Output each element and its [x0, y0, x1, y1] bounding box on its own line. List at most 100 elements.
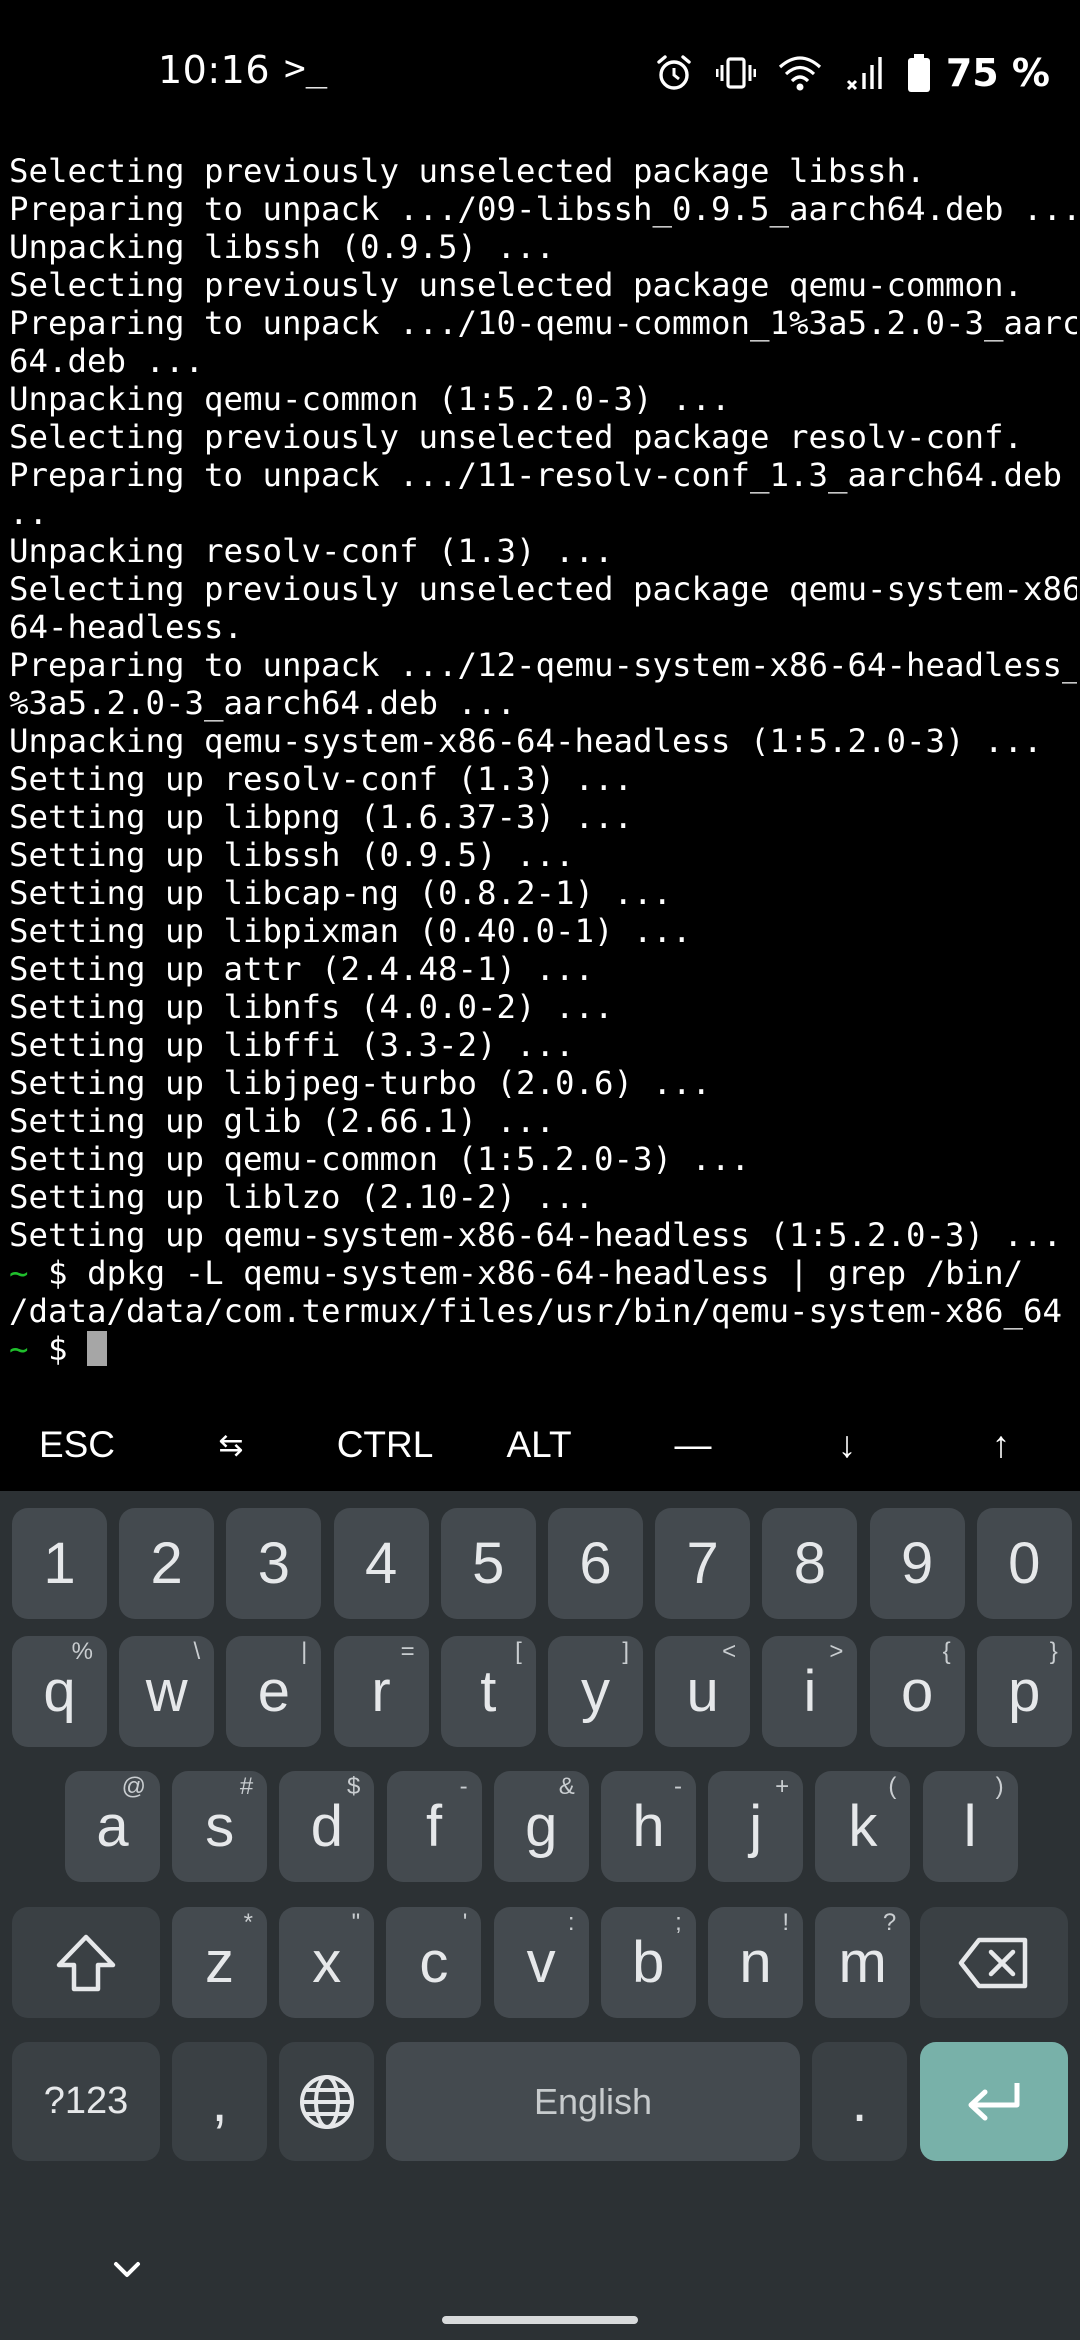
key-s[interactable]: s # [172, 1771, 268, 1882]
tab-key[interactable]: ⇆ [154, 1400, 308, 1490]
key-label: j [749, 1794, 763, 1859]
terminal-line: Preparing to unpack .../09-libssh_0.9.5_… [9, 190, 1077, 228]
key-d[interactable]: d $ [279, 1771, 375, 1882]
key-label: p [1008, 1659, 1041, 1724]
key-6[interactable]: 6 [548, 1508, 643, 1619]
key-u[interactable]: u < [655, 1636, 751, 1747]
wifi-icon [778, 56, 821, 91]
key-o[interactable]: o{ [869, 1636, 965, 1747]
key-hint: * [243, 1909, 253, 1936]
ctrl-key[interactable]: CTRL [308, 1400, 462, 1490]
key-hint: ! [782, 1909, 789, 1936]
key-hint: - [674, 1773, 682, 1800]
key-l[interactable]: l) [922, 1771, 1018, 1882]
key-label: 6 [579, 1531, 612, 1596]
shift-icon [56, 1934, 116, 1991]
key-e[interactable]: e | [226, 1636, 322, 1747]
key-y[interactable]: y] [548, 1636, 643, 1747]
terminal-line: Setting up libpixman (0.40.0-1) ... [9, 912, 692, 950]
key-w[interactable]: w \ [119, 1636, 215, 1747]
key-label: 1 [43, 1531, 76, 1596]
status-time: 10:16 [158, 48, 271, 92]
key-hint: { [942, 1638, 951, 1665]
enter-icon [968, 2082, 1020, 2120]
key-3[interactable]: 3 [226, 1508, 322, 1619]
terminal-line: Setting up libnfs (4.0.0-2) ... [9, 988, 614, 1026]
terminal-output[interactable]: Selecting previously unselected package … [9, 152, 1077, 1367]
key-label: o [900, 1659, 934, 1724]
space-bar[interactable]: English [386, 2042, 800, 2161]
key-label: 7 [686, 1531, 719, 1596]
key-hint: @ [121, 1773, 146, 1800]
key-label: i [803, 1659, 817, 1724]
gesture-nav-bar[interactable] [442, 2316, 638, 2324]
key-k[interactable]: k( [815, 1771, 911, 1882]
esc-key[interactable]: ESC [0, 1400, 154, 1490]
key-c[interactable]: c ' [386, 1907, 482, 2018]
backspace-key[interactable] [920, 1907, 1068, 2018]
key-hint: ( [888, 1773, 897, 1800]
key-9[interactable]: 9 [869, 1508, 965, 1619]
key-hint: ? [882, 1909, 897, 1936]
key-f[interactable]: f- [386, 1771, 482, 1882]
alt-key[interactable]: ALT [462, 1400, 616, 1490]
key-z[interactable]: z * [172, 1907, 267, 2018]
key-label: , [211, 2069, 228, 2134]
terminal-line: Setting up qemu-common (1:5.2.0-3) ... [9, 1140, 751, 1178]
key-p[interactable]: p} [976, 1636, 1072, 1747]
comma-key[interactable]: , [172, 2042, 267, 2161]
terminal-line: Setting up resolv-conf (1.3) ... [9, 760, 634, 798]
key-g[interactable]: g & [493, 1771, 589, 1882]
collapse-keyboard-icon[interactable] [104, 2247, 150, 2293]
key-label: 3 [257, 1531, 291, 1596]
key-x[interactable]: x " [279, 1907, 375, 2018]
key-hint: ] [622, 1638, 629, 1665]
key-q[interactable]: q% [12, 1636, 107, 1747]
key-hint: " [351, 1909, 361, 1936]
key-hint: | [301, 1638, 308, 1665]
prompt-dollar: $ [48, 1330, 68, 1367]
active-prompt[interactable]: ~ $ [9, 1330, 1077, 1367]
key-t[interactable]: t[ [440, 1636, 536, 1747]
key-0[interactable]: 0 [976, 1508, 1072, 1619]
key-7[interactable]: 7 [655, 1508, 751, 1619]
enter-key[interactable] [920, 2042, 1068, 2161]
shift-key[interactable] [12, 1907, 160, 2018]
key-h[interactable]: h- [601, 1771, 696, 1882]
key-label: d [310, 1794, 344, 1859]
key-b[interactable]: b; [600, 1907, 696, 2018]
language-key[interactable] [279, 2042, 374, 2161]
battery-percent: 75 % [945, 51, 1050, 95]
dash-key[interactable]: — [616, 1400, 770, 1490]
key-label: 4 [364, 1531, 398, 1596]
key-4[interactable]: 4 [333, 1508, 429, 1619]
terminal-line: .. [9, 494, 49, 532]
key-label: f [426, 1794, 443, 1859]
key-2[interactable]: 2 [119, 1508, 215, 1619]
symbols-key[interactable]: ?123 [12, 2042, 160, 2161]
terminal-line: Selecting previously unselected package … [9, 152, 926, 190]
text-cursor [87, 1331, 108, 1366]
key-hint: & [558, 1773, 575, 1800]
key-m[interactable]: m? [815, 1907, 911, 2018]
extra-keys-row: ESC ⇆ CTRL ALT — ↓ ↑ [0, 1400, 1080, 1490]
key-label: y [581, 1659, 610, 1724]
arrow-down-key[interactable]: ↓ [770, 1400, 924, 1490]
key-8[interactable]: 8 [762, 1508, 858, 1619]
key-j[interactable]: j + [708, 1771, 804, 1882]
terminal-line: Setting up libffi (3.3-2) ... [9, 1026, 575, 1064]
key-a[interactable]: a @ [65, 1771, 160, 1882]
terminal-line: Unpacking qemu-common (1:5.2.0-3) ... [9, 380, 731, 418]
key-v[interactable]: v: [493, 1907, 589, 2018]
arrow-up-key[interactable]: ↑ [924, 1400, 1078, 1490]
key-5[interactable]: 5 [440, 1508, 536, 1619]
key-r[interactable]: r = [333, 1636, 429, 1747]
key-n[interactable]: n! [708, 1907, 803, 2018]
key-label: l [963, 1794, 977, 1859]
backspace-icon [958, 1937, 1028, 1988]
terminal-line: 64.deb ... [9, 342, 205, 380]
key-1[interactable]: 1 [12, 1508, 107, 1619]
terminal-line: Unpacking libssh (0.9.5) ... [9, 228, 556, 266]
period-key[interactable]: . [812, 2042, 907, 2161]
key-i[interactable]: i > [762, 1636, 858, 1747]
